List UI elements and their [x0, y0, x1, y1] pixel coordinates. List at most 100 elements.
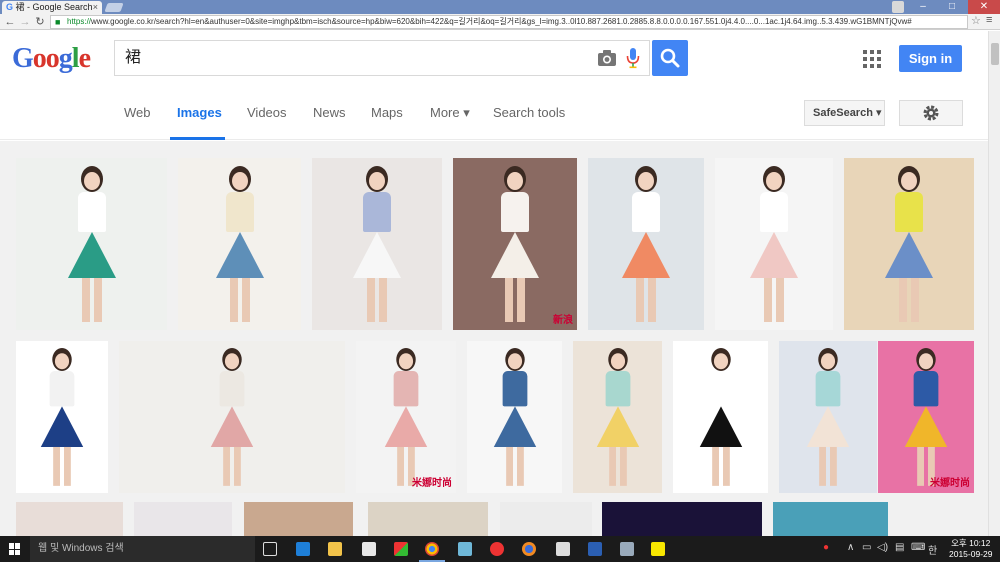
taskbar-clock[interactable]: 오후 10:12 2015-09-29: [949, 538, 992, 560]
tab-close-icon[interactable]: ×: [93, 1, 98, 14]
app-icon[interactable]: [394, 542, 408, 556]
image-watermark: 新浪: [553, 315, 573, 326]
url-text: www.google.co.kr/search?hl=en&authuser=0…: [91, 17, 912, 26]
back-icon[interactable]: ←: [3, 15, 17, 29]
url-scheme: https://: [67, 17, 92, 26]
notification-app-icon[interactable]: ●: [823, 542, 829, 553]
image-result-thumbnail[interactable]: 新浪: [453, 158, 577, 330]
action-center-icon[interactable]: ▤: [895, 542, 904, 553]
search-input[interactable]: 裙: [114, 40, 650, 76]
image-result-thumbnail[interactable]: [588, 158, 704, 330]
app-icon[interactable]: [458, 542, 472, 556]
safesearch-dropdown[interactable]: SafeSearch ▾: [804, 100, 885, 126]
new-tab-button[interactable]: [104, 3, 124, 12]
image-result-thumbnail[interactable]: [119, 341, 345, 493]
search-icon: [660, 48, 680, 68]
task-view-icon[interactable]: [263, 542, 277, 556]
image-result-thumbnail[interactable]: 米娜时尚: [878, 341, 974, 493]
model-figure: [904, 348, 948, 486]
image-result-thumbnail[interactable]: [773, 502, 888, 536]
image-result-thumbnail[interactable]: [244, 502, 353, 536]
close-window-icon[interactable]: ✕: [968, 0, 1000, 14]
model-figure: [215, 166, 264, 322]
address-bar[interactable]: ■ https://www.google.co.kr/search?hl=en&a…: [50, 15, 968, 29]
tab-maps[interactable]: Maps: [371, 105, 403, 120]
settings-button[interactable]: [899, 100, 963, 126]
apps-grid-icon[interactable]: [863, 50, 881, 68]
minimize-icon[interactable]: –: [910, 0, 936, 14]
sign-in-button[interactable]: Sign in: [899, 45, 962, 72]
image-result-thumbnail[interactable]: [844, 158, 974, 330]
lock-icon: ■: [55, 17, 61, 27]
taskbar-search-input[interactable]: 웹 및 Windows 검색: [30, 536, 255, 562]
browser-tab[interactable]: G 裙 - Google Search ×: [2, 1, 102, 14]
image-result-thumbnail[interactable]: [890, 502, 974, 536]
image-result-thumbnail[interactable]: 米娜时尚: [356, 341, 456, 493]
calculator-icon[interactable]: [556, 542, 570, 556]
kakaotalk-icon[interactable]: [651, 542, 665, 556]
model-figure: [699, 348, 742, 486]
image-result-thumbnail[interactable]: [500, 502, 592, 536]
file-explorer-icon[interactable]: [328, 542, 342, 556]
image-result-thumbnail[interactable]: [178, 158, 301, 330]
microphone-icon[interactable]: [626, 47, 640, 69]
image-result-thumbnail[interactable]: [573, 341, 662, 493]
google-logo[interactable]: Google: [12, 43, 91, 75]
google-header: Google 裙 Sign in: [0, 31, 988, 86]
store-icon[interactable]: [362, 542, 376, 556]
chrome-taskbar-icon[interactable]: [425, 542, 439, 556]
model-figure: [806, 348, 850, 486]
forward-icon[interactable]: →: [18, 15, 32, 29]
edge-icon[interactable]: [296, 542, 310, 556]
model-figure: [885, 166, 933, 322]
network-icon[interactable]: ▭: [862, 542, 871, 553]
logo-letter: G: [12, 43, 34, 74]
word-icon[interactable]: [588, 542, 602, 556]
image-result-thumbnail[interactable]: [312, 158, 442, 330]
image-result-thumbnail[interactable]: [467, 341, 562, 493]
model-figure: [491, 166, 539, 322]
image-result-thumbnail[interactable]: [368, 502, 488, 536]
tab-web[interactable]: Web: [124, 105, 151, 120]
app-icon[interactable]: [490, 542, 504, 556]
app-icon[interactable]: [620, 542, 634, 556]
windows-taskbar: 웹 및 Windows 검색 ● ∧ ▭ ◁) ▤ ⌨ 한 오후 10:12 2…: [0, 536, 1000, 562]
tab-news[interactable]: News: [313, 105, 346, 120]
model-figure: [750, 166, 798, 322]
image-result-thumbnail[interactable]: [134, 502, 232, 536]
image-result-thumbnail[interactable]: [715, 158, 833, 330]
image-result-thumbnail[interactable]: [16, 158, 167, 330]
keyboard-icon[interactable]: ⌨: [911, 542, 925, 553]
image-result-thumbnail[interactable]: [673, 341, 768, 493]
tab-images[interactable]: Images: [177, 105, 222, 120]
image-result-thumbnail[interactable]: [602, 502, 762, 536]
firefox-icon[interactable]: [522, 542, 536, 556]
windows-start-icon[interactable]: [9, 543, 21, 555]
image-watermark: 米娜时尚: [412, 478, 452, 489]
tab-title: 裙 - Google Search: [15, 2, 93, 12]
tray-chevron-icon[interactable]: ∧: [847, 542, 854, 553]
search-tools-button[interactable]: Search tools: [493, 105, 565, 120]
image-result-thumbnail[interactable]: [779, 341, 877, 493]
search-nav-bar: Web Images Videos News Maps More ▾ Searc…: [0, 86, 988, 140]
ime-icon[interactable]: 한: [928, 542, 937, 557]
profile-icon[interactable]: [892, 1, 904, 13]
logo-letter: o: [45, 43, 60, 74]
tab-more[interactable]: More ▾: [430, 105, 470, 121]
model-figure: [384, 348, 428, 486]
bookmark-star-icon[interactable]: ☆: [971, 14, 981, 27]
image-results-grid: 新浪 米娜时尚 米娜时尚: [0, 141, 988, 536]
image-result-thumbnail[interactable]: [16, 341, 108, 493]
search-button[interactable]: [652, 40, 688, 76]
logo-letter: l: [71, 43, 80, 74]
camera-icon[interactable]: [597, 48, 617, 68]
volume-icon[interactable]: ◁): [877, 542, 888, 553]
image-result-thumbnail[interactable]: [16, 502, 123, 536]
tab-videos[interactable]: Videos: [247, 105, 287, 120]
reload-icon[interactable]: ↻: [33, 15, 47, 29]
maximize-icon[interactable]: □: [939, 0, 965, 14]
scrollbar-thumb[interactable]: [991, 43, 999, 65]
active-tab-indicator: [170, 137, 225, 140]
page-scrollbar[interactable]: [988, 31, 1000, 536]
chrome-menu-icon[interactable]: ≡: [986, 14, 992, 26]
